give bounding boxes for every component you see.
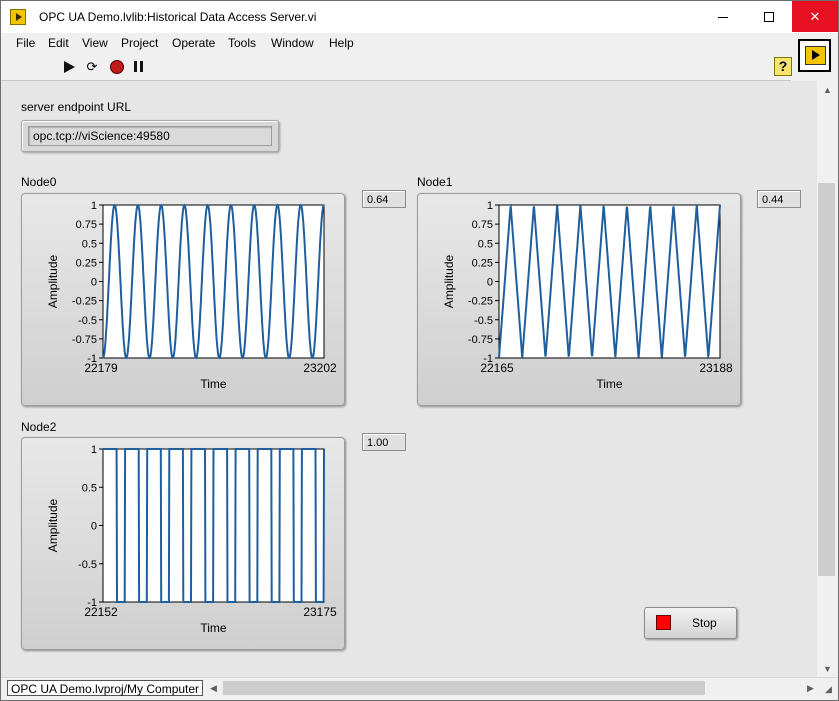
node0-chart-svg: 10.750.50.250-0.25-0.5-0.75-1Amplitude22… (46, 200, 337, 391)
server-url-text: opc.tcp://viScience:49580 (28, 126, 272, 146)
y-tick-label: 1 (91, 444, 97, 456)
context-help-icon[interactable]: ? (774, 57, 792, 76)
x-axis-label: Time (200, 377, 227, 391)
run-continuously-icon[interactable]: ⟳ (84, 60, 100, 74)
stop-button-label: Stop (692, 616, 717, 630)
node1-label: Node1 (417, 175, 453, 189)
scroll-right-arrow-icon[interactable]: ▶ (807, 683, 814, 694)
node0-label: Node0 (21, 175, 57, 189)
y-tick-label: -0.5 (78, 559, 97, 571)
maximize-button[interactable] (746, 1, 792, 32)
stop-led (656, 615, 671, 630)
horizontal-scroll-thumb[interactable] (223, 681, 705, 695)
front-panel: server endpoint URL opc.tcp://viScience:… (1, 81, 817, 677)
y-tick-label: 0 (91, 277, 97, 289)
menu-operate[interactable]: Operate (172, 36, 215, 50)
y-tick-label: 0 (487, 277, 493, 289)
vertical-scrollbar[interactable]: ▲ ▼ (817, 81, 838, 677)
x-tick-label-end: 23188 (699, 361, 733, 375)
node2-value-indicator: 1.00 (362, 433, 406, 451)
menu-project[interactable]: Project (121, 36, 158, 50)
node1-chart: 1 0.75 0.5 0.25 0 -0.25 -0.5 -0.75 -1 Amplitude 22… (417, 193, 741, 406)
node2-chart-svg: 10.50-0.5-1Amplitude22152 23175Time (46, 444, 337, 635)
toolbar: ⟳ (1, 54, 791, 81)
x-tick-label-end: 23202 (303, 361, 337, 375)
x-tick-label-start: 22179 (84, 361, 118, 375)
project-context-box[interactable]: OPC UA Demo.lvproj/My Computer (7, 680, 203, 696)
close-button[interactable]: ✕ (792, 1, 838, 32)
y-tick-label: 0.25 (472, 257, 493, 269)
y-tick-label: 0.75 (76, 219, 97, 231)
scroll-down-arrow-icon[interactable]: ▼ (823, 664, 832, 674)
menu-tools[interactable]: Tools (228, 36, 256, 50)
y-axis-label: Amplitude (46, 255, 60, 309)
x-tick-label-end: 23175 (303, 605, 337, 619)
y-tick-label: -0.75 (72, 334, 97, 346)
y-tick-label: 0.25 (76, 257, 97, 269)
resize-grip-icon[interactable]: ◢ (825, 684, 832, 695)
x-axis-label: Time (200, 621, 227, 635)
stop-button[interactable]: Stop (644, 607, 737, 639)
menu-help[interactable]: Help (329, 36, 354, 50)
menu-window[interactable]: Window (271, 36, 314, 50)
menu-bar: File Edit View Project Operate Tools Win… (1, 33, 791, 54)
y-tick-label: 0.75 (472, 219, 493, 231)
labview-app-icon[interactable] (10, 9, 26, 25)
server-url-indicator: opc.tcp://viScience:49580 (21, 120, 279, 152)
menu-view[interactable]: View (82, 36, 108, 50)
y-tick-label: 1 (487, 200, 493, 212)
scroll-up-arrow-icon[interactable]: ▲ (823, 85, 832, 95)
labview-front-panel-window: OPC UA Demo.lvlib:Historical Data Access… (0, 0, 839, 701)
menu-edit[interactable]: Edit (48, 36, 69, 50)
node2-label: Node2 (21, 420, 57, 434)
y-axis-label: Amplitude (442, 255, 456, 309)
y-tick-label: 0 (91, 521, 97, 533)
scroll-left-arrow-icon[interactable]: ◀ (210, 683, 217, 694)
y-tick-label: 0.5 (82, 238, 97, 250)
y-tick-label: 0.5 (82, 482, 97, 494)
node2-chart: 1 0.5 0 -0.5 -1 Amplitude 22152 23175 Time (21, 437, 345, 650)
horizontal-scrollbar[interactable]: OPC UA Demo.lvproj/My Computer ◀ ▶ ◢ (1, 677, 838, 700)
node0-chart: 1 0.75 0.5 0.25 0 -0.25 -0.5 -0.75 -1 Amplitude 22… (21, 193, 345, 406)
x-tick-label-start: 22152 (84, 605, 118, 619)
y-tick-label: -0.5 (78, 315, 97, 327)
node1-value-indicator: 0.44 (757, 190, 801, 208)
vi-connector-icon[interactable] (798, 39, 831, 72)
node1-chart-svg: 10.750.50.250-0.25-0.5-0.75-1Amplitude22… (442, 200, 733, 391)
node0-value-indicator: 0.64 (362, 190, 406, 208)
pause-icon[interactable] (131, 60, 147, 74)
abort-execution-icon[interactable] (110, 60, 124, 74)
minimize-button[interactable] (700, 1, 746, 32)
y-tick-label: 0.5 (478, 238, 493, 250)
server-url-label: server endpoint URL (21, 100, 132, 114)
menu-file[interactable]: File (16, 36, 35, 50)
y-tick-label: -0.25 (468, 296, 493, 308)
x-tick-label-start: 22165 (480, 361, 514, 375)
run-arrow-icon[interactable] (62, 60, 78, 74)
vertical-scroll-thumb[interactable] (818, 183, 835, 576)
y-axis-label: Amplitude (46, 499, 60, 553)
y-tick-label: -0.75 (468, 334, 493, 346)
y-tick-label: -0.5 (474, 315, 493, 327)
y-tick-label: -0.25 (72, 296, 97, 308)
y-tick-label: 1 (91, 200, 97, 212)
window-title: OPC UA Demo.lvlib:Historical Data Access… (39, 10, 317, 24)
x-axis-label: Time (596, 377, 623, 391)
title-bar[interactable]: OPC UA Demo.lvlib:Historical Data Access… (1, 1, 838, 33)
